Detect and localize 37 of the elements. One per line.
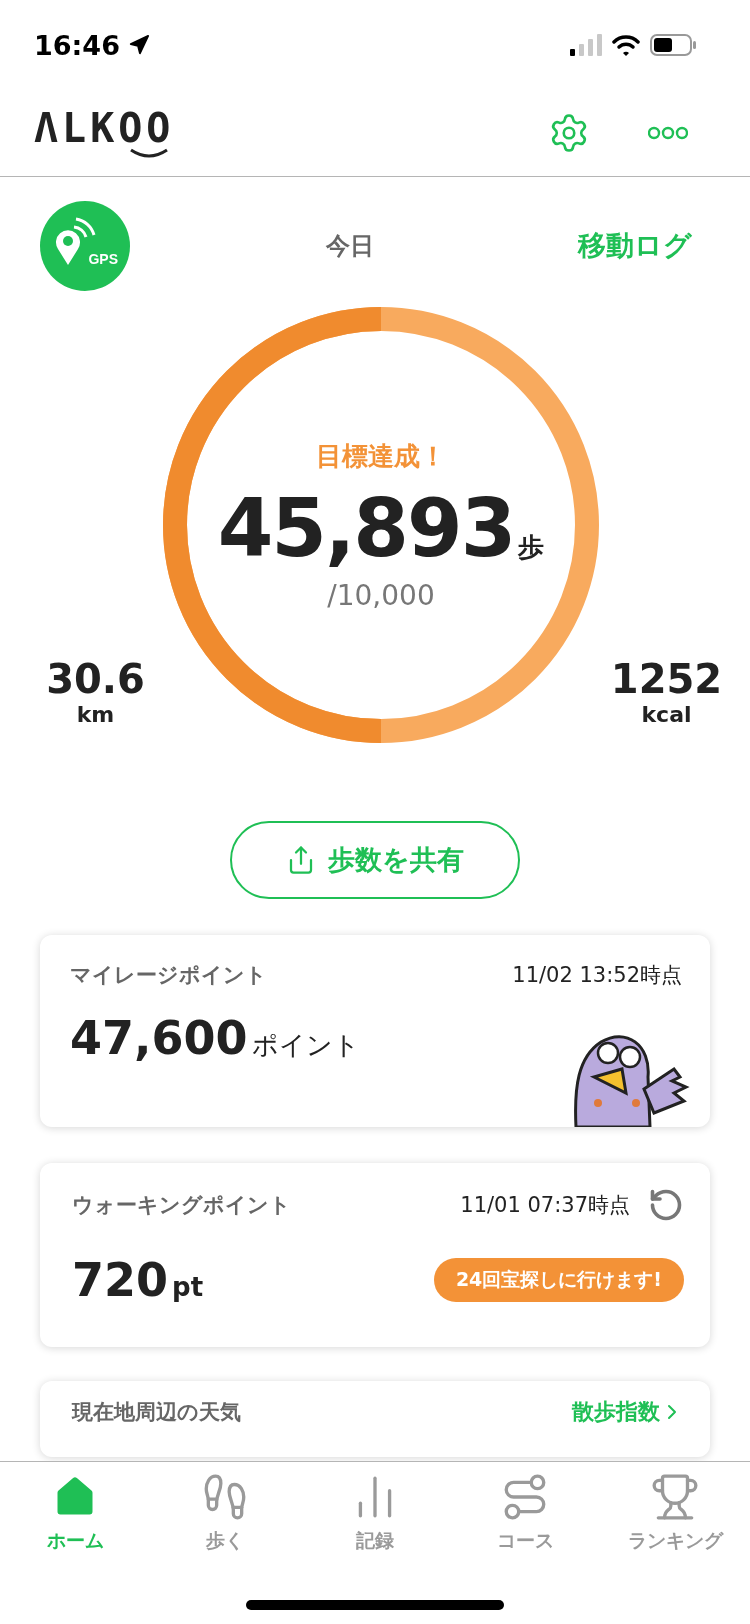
wifi-icon — [612, 34, 640, 56]
points-unit: ポイント — [251, 1029, 360, 1062]
timestamp: 11/02 13:52時点 — [512, 962, 682, 989]
step-unit: 歩 — [518, 530, 545, 564]
calories-unit: kcal — [641, 702, 692, 727]
share-button[interactable]: 歩数を共有 — [230, 821, 520, 899]
signal-icon — [570, 34, 602, 56]
calories-value: 1252 — [610, 656, 723, 702]
step-count: 45,893 — [217, 481, 515, 575]
points-unit: pt — [172, 1272, 204, 1302]
tab-item[interactable]: 歩く — [150, 1472, 300, 1554]
tab-item[interactable]: 記録 — [300, 1472, 450, 1554]
day-label: 今日 — [326, 231, 374, 262]
distance-unit: km — [76, 702, 115, 727]
status-time: 16:46 — [34, 29, 120, 61]
walk-index-link[interactable]: 散歩指数 — [572, 1397, 684, 1427]
card-title: 現在地周辺の天気 — [72, 1399, 241, 1426]
location-arrow-icon — [127, 34, 150, 56]
step-goal: /10,000 — [327, 578, 435, 612]
distance-value: 30.6 — [46, 656, 145, 702]
more-icon[interactable] — [648, 126, 688, 140]
movement-log-link[interactable]: 移動ログ — [578, 227, 692, 265]
goal-message: 目標達成！ — [316, 439, 446, 473]
tab-item[interactable]: ホーム — [0, 1472, 150, 1554]
card-title: マイレージポイント — [70, 962, 267, 989]
treasure-badge: 24回宝探しに行けます! — [433, 1258, 684, 1302]
tab-item[interactable]: コース — [450, 1472, 600, 1554]
app-logo: ΛLKOO — [34, 108, 175, 158]
tab-item[interactable]: ランキング — [600, 1472, 750, 1554]
mileage-points: 47,600 — [70, 1011, 248, 1065]
gps-button[interactable]: GPS — [40, 201, 130, 291]
refresh-icon[interactable] — [648, 1187, 684, 1223]
timestamp: 11/01 07:37時点 — [460, 1192, 630, 1219]
trophy-icon — [650, 1472, 700, 1522]
walking-points: 720 — [72, 1253, 169, 1307]
card-title: ウォーキングポイント — [72, 1192, 291, 1219]
battery-icon — [650, 34, 696, 56]
